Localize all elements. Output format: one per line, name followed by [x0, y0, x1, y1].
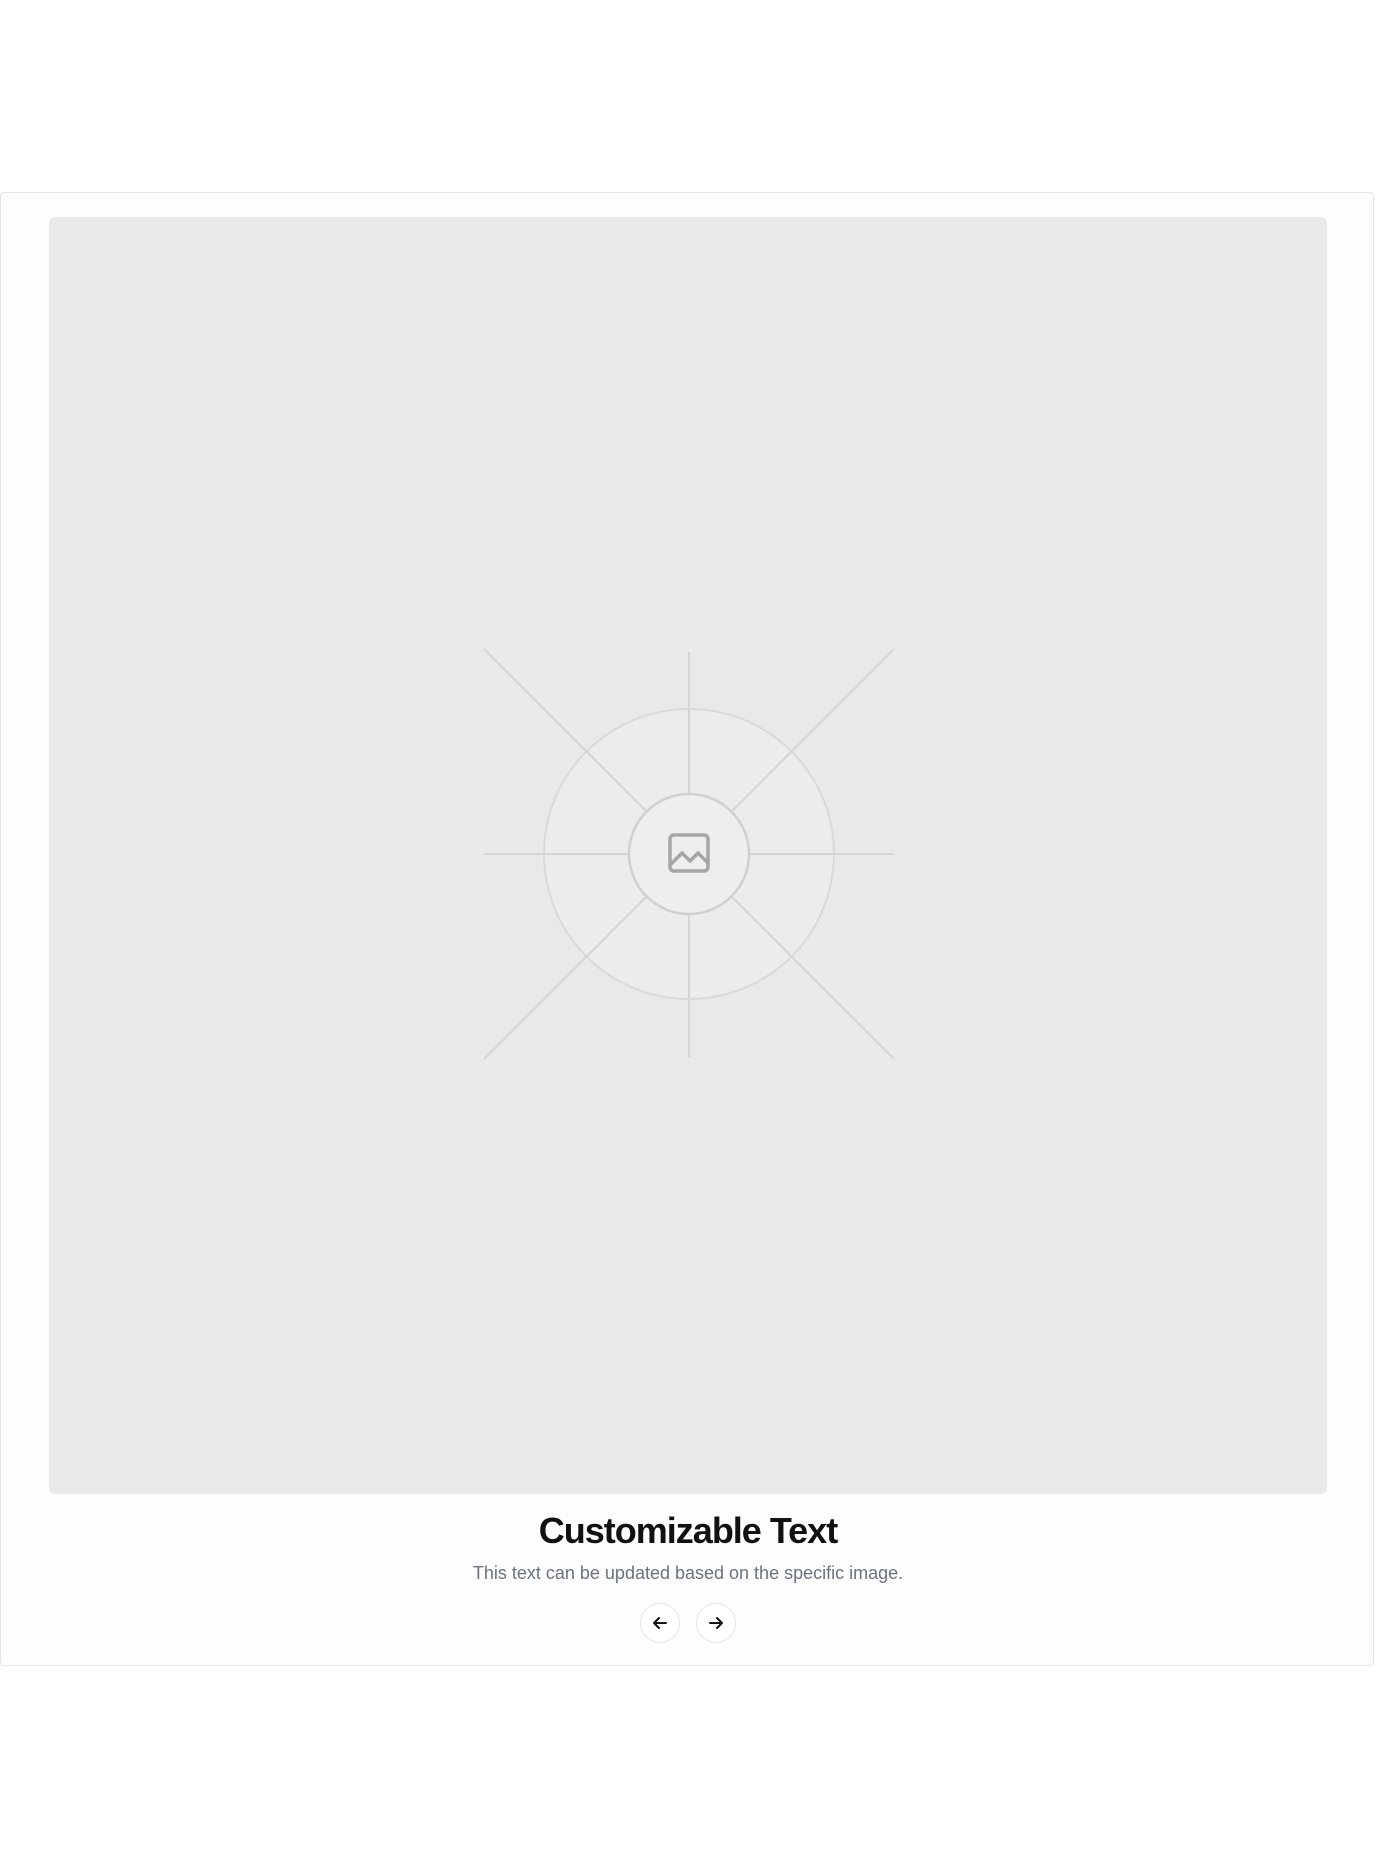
next-button[interactable]: [696, 1603, 736, 1643]
image-placeholder: [49, 217, 1327, 1494]
card-description: This text can be updated based on the sp…: [472, 1563, 904, 1583]
arrow-right-icon: [709, 1617, 723, 1629]
previous-button[interactable]: [640, 1603, 680, 1643]
carousel-card: Customizable Text This text can be updat…: [0, 192, 1374, 1666]
image-placeholder-icon: [483, 648, 895, 1060]
card-title: Customizable Text: [538, 1510, 838, 1551]
arrow-left-icon: [653, 1617, 667, 1629]
